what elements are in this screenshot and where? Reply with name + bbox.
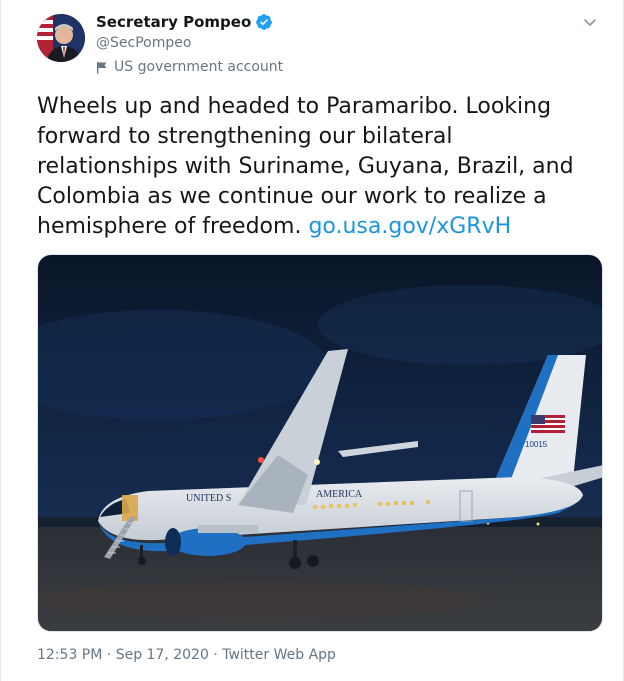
tweet-source[interactable]: Twitter Web App	[222, 647, 336, 663]
meta-separator-2: ·	[213, 647, 218, 663]
chevron-down-icon[interactable]	[581, 13, 599, 31]
tweet-photo[interactable]: 10015 UNITED S AMERICA	[37, 254, 603, 632]
tweet-metadata: 12:53 PM · Sep 17, 2020 · Twitter Web Ap…	[37, 647, 336, 663]
display-name[interactable]: Secretary Pompeo	[96, 13, 273, 31]
verified-badge-icon	[256, 14, 273, 30]
tweet-time[interactable]: 12:53 PM	[37, 647, 102, 663]
government-account-text: US government account	[114, 59, 284, 75]
tweet-card: Secretary Pompeo @SecPompeo US governmen…	[0, 0, 624, 681]
fuselage-lettering-left: UNITED S	[186, 493, 231, 504]
tweet-text: Wheels up and headed to Paramaribo. Look…	[37, 92, 597, 242]
avatar[interactable]	[37, 14, 85, 62]
tweet-date[interactable]: Sep 17, 2020	[116, 647, 209, 663]
tail-number: 10015	[525, 440, 548, 449]
meta-separator: ·	[106, 647, 112, 663]
display-name-text[interactable]: Secretary Pompeo	[96, 13, 251, 31]
flag-icon	[97, 61, 107, 73]
user-handle[interactable]: @SecPompeo	[96, 35, 191, 51]
airplane-photo: 10015 UNITED S AMERICA	[38, 255, 602, 631]
fuselage-lettering-right: AMERICA	[316, 489, 363, 500]
government-account-label[interactable]: US government account	[96, 59, 283, 75]
tweet-link[interactable]: go.usa.gov/xGRvH	[308, 214, 511, 239]
